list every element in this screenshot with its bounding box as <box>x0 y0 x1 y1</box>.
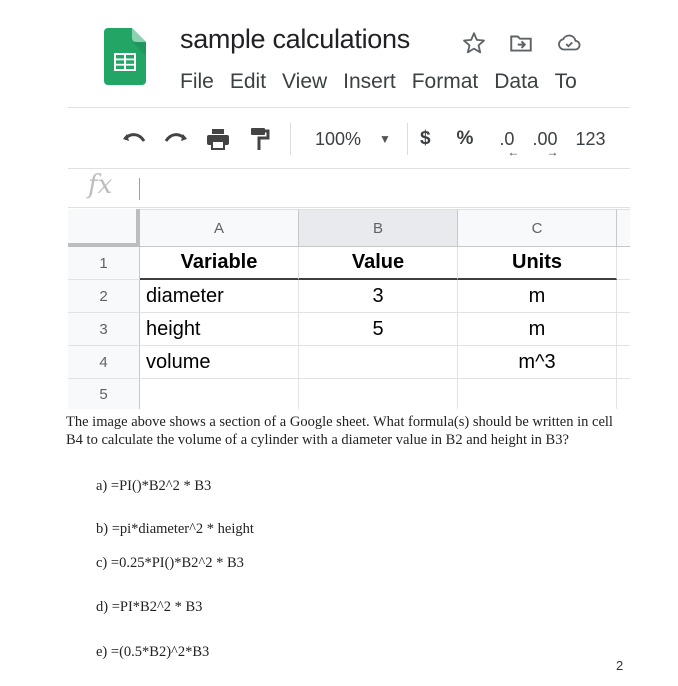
column-header-d[interactable] <box>617 209 630 247</box>
cell-b3[interactable]: 5 <box>299 313 458 346</box>
formula-input[interactable] <box>139 178 140 200</box>
cell-d1[interactable] <box>617 247 630 280</box>
more-formats-button[interactable]: 123 <box>575 129 605 150</box>
cell-a5[interactable] <box>140 379 299 409</box>
format-currency-button[interactable]: $ <box>420 128 431 150</box>
formula-bar-divider <box>68 207 630 208</box>
option-a: a) =PI()*B2^2 * B3 <box>96 478 212 494</box>
toolbar-divider <box>68 168 630 169</box>
chevron-down-icon[interactable]: ▼ <box>379 132 391 146</box>
print-icon[interactable] <box>204 127 232 151</box>
cell-c4[interactable]: m^3 <box>458 346 617 379</box>
toolbar: 100% ▼ $ % .0 ← .00 → 123 <box>120 122 630 156</box>
arrow-right-icon: → <box>546 144 559 157</box>
row-header-1[interactable]: 1 <box>68 247 140 280</box>
zoom-select[interactable]: 100% <box>315 129 361 150</box>
cell-c2[interactable]: m <box>458 280 617 313</box>
cell-c5[interactable] <box>458 379 617 409</box>
row-header-4[interactable]: 4 <box>68 346 140 379</box>
column-header-b[interactable]: B <box>299 209 458 247</box>
column-header-a[interactable]: A <box>140 209 299 247</box>
cell-b1[interactable]: Value <box>299 247 458 280</box>
cell-d2[interactable] <box>617 280 630 313</box>
header-divider <box>68 107 630 108</box>
column-header-c[interactable]: C <box>458 209 617 247</box>
increase-decimal-button[interactable]: .00 → <box>532 129 558 157</box>
fx-icon: fx <box>88 170 113 200</box>
cell-a4[interactable]: volume <box>140 346 299 379</box>
option-e: e) =(0.5*B2)^2*B3 <box>96 644 210 660</box>
menu-bar: File Edit View Insert Format Data To <box>180 70 630 94</box>
cell-b2[interactable]: 3 <box>299 280 458 313</box>
select-all-corner[interactable] <box>68 209 140 247</box>
menu-file[interactable]: File <box>180 70 214 94</box>
cell-d4[interactable] <box>617 346 630 379</box>
decrease-decimal-button[interactable]: .0 ← <box>499 129 519 157</box>
cell-a1[interactable]: Variable <box>140 247 299 280</box>
toolbar-separator <box>290 123 291 155</box>
cell-d3[interactable] <box>617 313 630 346</box>
cell-c1[interactable]: Units <box>458 247 617 280</box>
row-header-3[interactable]: 3 <box>68 313 140 346</box>
undo-icon[interactable] <box>120 127 148 151</box>
row-header-2[interactable]: 2 <box>68 280 140 313</box>
cell-b5[interactable] <box>299 379 458 409</box>
row-header-5[interactable]: 5 <box>68 379 140 409</box>
cell-b4[interactable] <box>299 346 458 379</box>
move-to-folder-icon[interactable] <box>508 30 534 56</box>
toolbar-separator <box>406 123 408 155</box>
cell-a3[interactable]: height <box>140 313 299 346</box>
menu-format[interactable]: Format <box>412 70 479 94</box>
menu-view[interactable]: View <box>282 70 327 94</box>
document-title[interactable]: sample calculations <box>180 24 410 55</box>
cloud-saved-icon[interactable] <box>556 30 582 56</box>
google-sheets-logo[interactable] <box>104 28 146 85</box>
cell-a2[interactable]: diameter <box>140 280 299 313</box>
option-d: d) =PI*B2^2 * B3 <box>96 599 203 615</box>
menu-tools[interactable]: To <box>555 70 577 94</box>
star-icon[interactable] <box>461 30 487 56</box>
redo-icon[interactable] <box>162 127 190 151</box>
question-text: The image above shows a section of a Goo… <box>66 414 613 448</box>
page-number: 2 <box>616 658 624 673</box>
option-b: b) =pi*diameter^2 * height <box>96 521 254 537</box>
cell-c3[interactable]: m <box>458 313 617 346</box>
menu-data[interactable]: Data <box>494 70 538 94</box>
menu-insert[interactable]: Insert <box>343 70 396 94</box>
arrow-left-icon: ← <box>507 144 520 157</box>
paint-format-icon[interactable] <box>246 127 274 151</box>
menu-edit[interactable]: Edit <box>230 70 266 94</box>
option-c: c) =0.25*PI()*B2^2 * B3 <box>96 555 244 571</box>
format-percent-button[interactable]: % <box>457 128 474 150</box>
